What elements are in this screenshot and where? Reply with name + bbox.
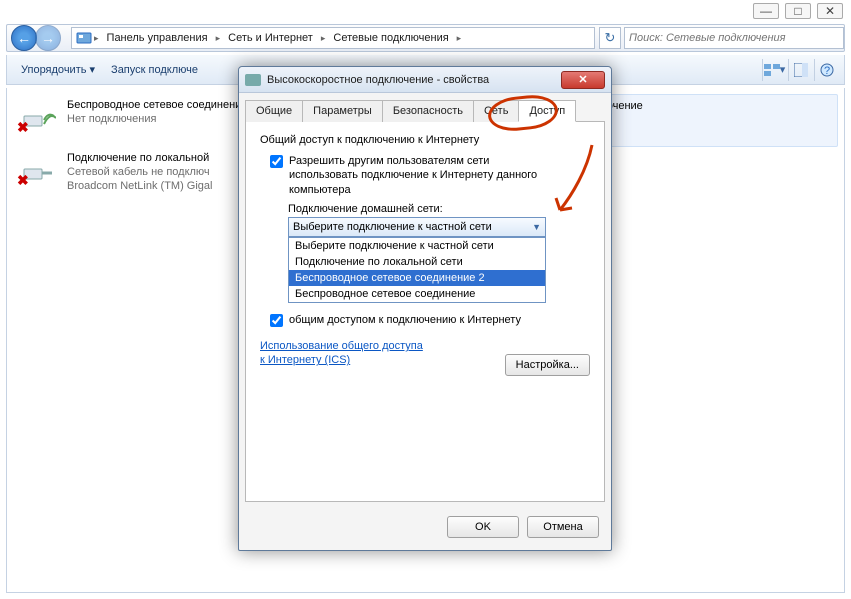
dialog-tabs: Общие Параметры Безопасность Сеть Доступ [245, 99, 605, 122]
allow-control-label: общим доступом к подключению к Интернету [289, 313, 521, 327]
dropdown-option[interactable]: Подключение по локальной сети [289, 254, 545, 270]
help-icon[interactable]: ? [814, 59, 838, 81]
allow-sharing-label: Разрешить другим пользователям сети испо… [289, 154, 549, 197]
cancel-button[interactable]: Отмена [527, 516, 599, 538]
ics-help-link[interactable]: Использование общего доступа к Интернету… [260, 339, 430, 368]
tab-security[interactable]: Безопасность [382, 100, 474, 122]
breadcrumb[interactable]: Сетевые подключения [327, 30, 454, 46]
control-panel-icon [76, 30, 92, 46]
properties-dialog: Высокоскоростное подключение - свойства … [238, 66, 612, 551]
connection-title: Беспроводное сетевое соединение [67, 98, 247, 112]
organize-menu[interactable]: Упорядочить ▾ [13, 59, 103, 80]
chevron-right-icon: ▸ [92, 33, 101, 44]
dropdown-option[interactable]: Выберите подключение к частной сети [289, 238, 545, 254]
wifi-icon: ✖ [19, 98, 59, 134]
tab-parameters[interactable]: Параметры [302, 100, 383, 122]
preview-pane-icon[interactable] [788, 59, 812, 81]
explorer-bar: ← → ▸ Панель управления ▸ Сеть и Интерне… [6, 24, 845, 52]
window-maximize-button[interactable]: □ [785, 3, 811, 19]
chevron-right-icon: ▸ [214, 33, 223, 44]
nav-forward-button[interactable]: → [35, 25, 61, 51]
error-x-icon: ✖ [17, 172, 29, 189]
breadcrumb[interactable]: Сеть и Интернет [222, 30, 319, 46]
tab-sharing[interactable]: Доступ [518, 100, 576, 122]
tab-network[interactable]: Сеть [473, 100, 519, 122]
view-icon[interactable]: ▾ [762, 59, 786, 81]
chevron-right-icon: ▸ [319, 33, 328, 44]
allow-control-checkbox[interactable] [270, 314, 283, 327]
error-x-icon: ✖ [17, 119, 29, 136]
home-network-label: Подключение домашней сети: [288, 203, 590, 215]
address-bar[interactable]: ▸ Панель управления ▸ Сеть и Интернет ▸ … [71, 27, 595, 49]
refresh-button[interactable]: ↻ [599, 27, 621, 49]
nav-back-button[interactable]: ← [11, 25, 37, 51]
ok-button[interactable]: OK [447, 516, 519, 538]
connection-status: Нет подключения [67, 112, 247, 126]
chevron-down-icon: ▼ [532, 222, 541, 232]
dropdown-option[interactable]: Беспроводное сетевое соединение [289, 286, 545, 302]
search-input[interactable] [629, 32, 839, 44]
home-network-combobox[interactable]: Выберите подключение к частной сети ▼ [288, 217, 546, 237]
window-close-button[interactable]: ✕ [817, 3, 843, 19]
svg-text:?: ? [823, 65, 829, 77]
combo-value: Выберите подключение к частной сети [293, 221, 492, 233]
connection-title: Подключение по локальной [67, 151, 213, 165]
chevron-right-icon: ▸ [455, 33, 464, 44]
connection-status: Сетевой кабель не подключ [67, 165, 213, 179]
tab-general[interactable]: Общие [245, 100, 303, 122]
settings-button[interactable]: Настройка... [505, 354, 590, 376]
dropdown-option[interactable]: Беспроводное сетевое соединение 2 [289, 270, 545, 286]
tab-panel-sharing: Общий доступ к подключению к Интернету Р… [245, 122, 605, 502]
allow-sharing-checkbox[interactable] [270, 155, 283, 168]
breadcrumb[interactable]: Панель управления [101, 30, 214, 46]
section-heading: Общий доступ к подключению к Интернету [260, 134, 590, 146]
home-network-dropdown: Выберите подключение к частной сети Подк… [288, 237, 546, 303]
ethernet-icon: ✖ [19, 151, 59, 187]
dialog-title: Высокоскоростное подключение - свойства [267, 74, 561, 86]
dialog-titlebar[interactable]: Высокоскоростное подключение - свойства … [239, 67, 611, 93]
window-minimize-button[interactable]: — [753, 3, 779, 19]
search-box[interactable] [624, 27, 844, 49]
connection-adapter: Broadcom NetLink (TM) Gigal [67, 179, 213, 193]
launch-connection-button[interactable]: Запуск подключе [103, 60, 206, 80]
modem-icon [245, 74, 261, 86]
dialog-close-button[interactable]: ✕ [561, 71, 605, 89]
